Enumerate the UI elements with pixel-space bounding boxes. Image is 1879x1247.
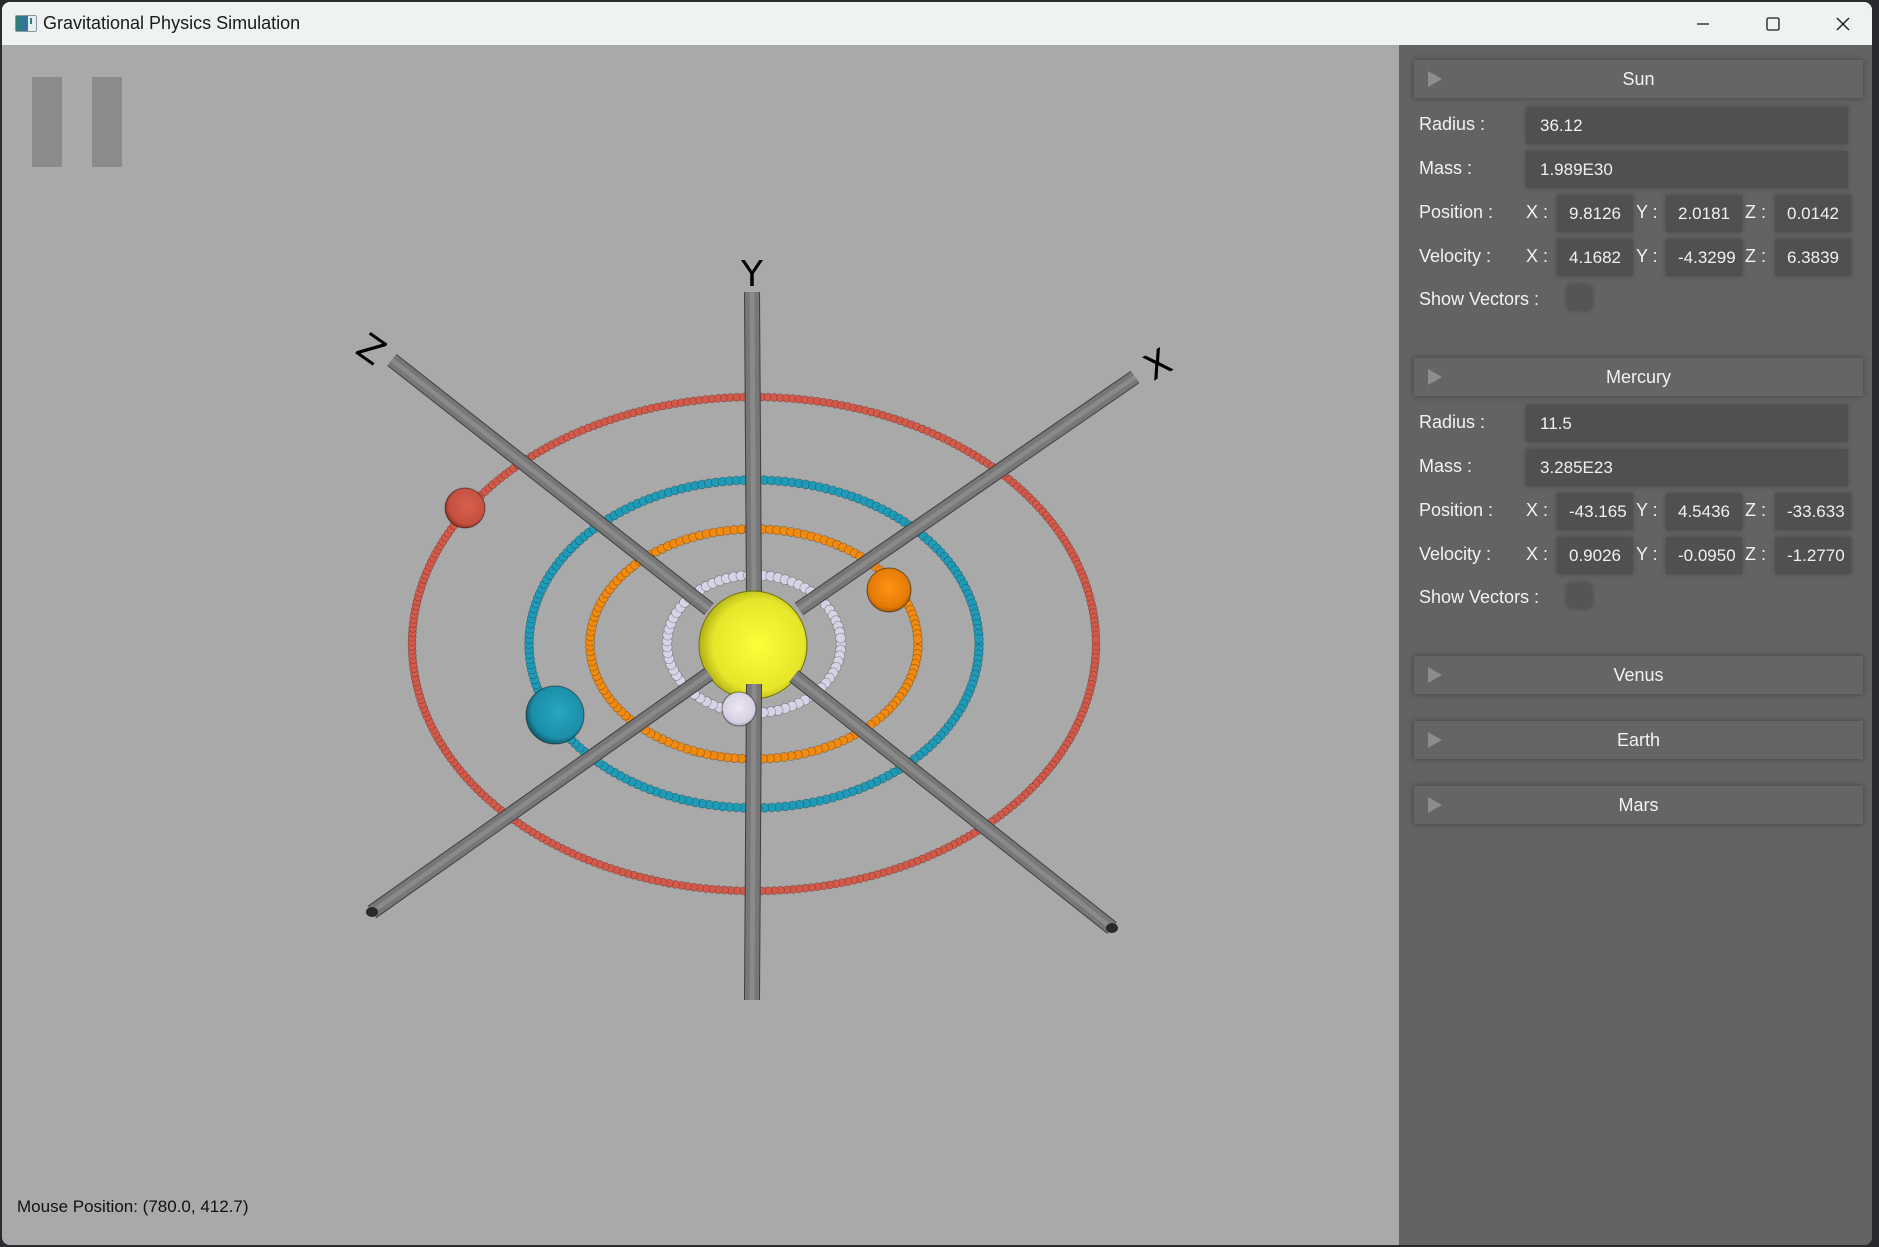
- mass-label: Mass :: [1419, 456, 1473, 476]
- close-icon: [1836, 17, 1850, 30]
- section-header-sun[interactable]: Sun: [1414, 60, 1863, 98]
- x-label: X :: [1526, 500, 1549, 520]
- bodies-properties-panel: Sun Radius : 36.12 Mass : 1.989E30 Posit…: [1399, 45, 1872, 1245]
- z-label: Z :: [1745, 500, 1766, 520]
- mass-label: Mass :: [1419, 158, 1473, 178]
- sun-show-vectors-checkbox[interactable]: [1567, 285, 1592, 310]
- planet-mars: [444, 487, 486, 529]
- window-title: Gravitational Physics Simulation: [43, 13, 301, 33]
- y-axis-upper: [744, 291, 762, 605]
- section-title: Venus: [1613, 664, 1664, 685]
- app-icon: [15, 15, 37, 32]
- simulation-viewport[interactable]: X Y Z Mouse Position: (780.0, 412.7): [2, 45, 1399, 1245]
- mercury-velocity-z-input[interactable]: -1.2770: [1775, 537, 1851, 574]
- expand-triangle-icon: [1428, 797, 1442, 813]
- axis-end-cap: [366, 907, 378, 917]
- z-label: Z :: [1745, 246, 1766, 266]
- sun-velocity-z-input[interactable]: 6.3839: [1775, 239, 1851, 276]
- title-bar: Gravitational Physics Simulation: [2, 2, 1872, 45]
- show-vectors-label: Show Vectors :: [1419, 587, 1540, 607]
- position-label: Position :: [1419, 202, 1494, 222]
- orbit-bead: [974, 634, 984, 644]
- expand-triangle-icon: [1428, 71, 1442, 87]
- app-window: Gravitational Physics Simulation X Y Z M…: [2, 2, 1872, 1245]
- axis-rod-highlight: [749, 291, 757, 605]
- minimize-icon: [1697, 22, 1709, 25]
- planet-venus: [866, 567, 912, 613]
- sun-position-x-input[interactable]: 9.8126: [1557, 195, 1633, 232]
- orbit-bead: [1091, 635, 1101, 644]
- y-label: Y :: [1636, 544, 1658, 564]
- mercury-velocity-y-input[interactable]: -0.0950: [1666, 537, 1742, 574]
- mercury-mass-input[interactable]: 3.285E23: [1526, 449, 1848, 486]
- planet-mercury: [721, 691, 757, 727]
- axis-label-z: Z: [349, 326, 393, 374]
- radius-label: Radius :: [1419, 114, 1486, 134]
- mouse-position-readout: Mouse Position: (780.0, 412.7): [17, 1197, 249, 1216]
- orbit-bead: [913, 634, 923, 644]
- sun-radius-input[interactable]: 36.12: [1526, 107, 1848, 144]
- mercury-velocity-x-input[interactable]: 0.9026: [1557, 537, 1633, 574]
- velocity-label: Velocity :: [1419, 246, 1492, 266]
- x-label: X :: [1526, 202, 1549, 222]
- minimize-button[interactable]: [1670, 2, 1736, 45]
- expand-triangle-icon: [1428, 732, 1442, 748]
- mercury-position-z-input[interactable]: -33.633: [1775, 493, 1851, 530]
- close-button[interactable]: [1810, 2, 1872, 45]
- y-axis-lower: [744, 683, 762, 1001]
- y-label: Y :: [1636, 500, 1658, 520]
- sun-velocity-x-input[interactable]: 4.1682: [1557, 239, 1633, 276]
- section-title: Earth: [1616, 729, 1661, 750]
- section-title: Sun: [1622, 68, 1655, 89]
- mercury-radius-input[interactable]: 11.5: [1526, 405, 1848, 442]
- show-vectors-label: Show Vectors :: [1419, 289, 1540, 309]
- sun-position-z-input[interactable]: 0.0142: [1775, 195, 1851, 232]
- x-label: X :: [1526, 246, 1549, 266]
- solar-system-3d-view[interactable]: X Y Z: [2, 45, 1399, 1245]
- mercury-show-vectors-checkbox[interactable]: [1567, 583, 1592, 608]
- axis-end-cap: [1106, 923, 1118, 933]
- axis-label-y: Y: [740, 254, 764, 295]
- sun-velocity-y-input[interactable]: -4.3299: [1666, 239, 1742, 276]
- section-title: Mercury: [1605, 366, 1671, 387]
- section-header-venus[interactable]: Venus: [1414, 656, 1863, 694]
- expand-triangle-icon: [1428, 369, 1442, 385]
- planet-earth: [525, 685, 585, 745]
- y-label: Y :: [1636, 246, 1658, 266]
- maximize-button[interactable]: [1740, 2, 1806, 45]
- z-label: Z :: [1745, 544, 1766, 564]
- maximize-icon: [1766, 16, 1780, 31]
- section-header-mars[interactable]: Mars: [1414, 786, 1863, 824]
- axis-label-x: X: [1137, 341, 1179, 389]
- position-label: Position :: [1419, 500, 1494, 520]
- y-label: Y :: [1636, 202, 1658, 222]
- velocity-label: Velocity :: [1419, 544, 1492, 564]
- section-header-earth[interactable]: Earth: [1414, 721, 1863, 759]
- section-header-mercury[interactable]: Mercury: [1414, 358, 1863, 396]
- expand-triangle-icon: [1428, 667, 1442, 683]
- x-label: X :: [1526, 544, 1549, 564]
- section-title: Mars: [1618, 794, 1659, 815]
- orbit-bead: [835, 632, 846, 644]
- sun-position-y-input[interactable]: 2.0181: [1666, 195, 1742, 232]
- mercury-position-x-input[interactable]: -43.165: [1557, 493, 1633, 530]
- axis-rod-highlight: [749, 683, 757, 1001]
- sun-mass-input[interactable]: 1.989E30: [1526, 151, 1848, 188]
- z-label: Z :: [1745, 202, 1766, 222]
- radius-label: Radius :: [1419, 412, 1486, 432]
- mercury-position-y-input[interactable]: 4.5436: [1666, 493, 1742, 530]
